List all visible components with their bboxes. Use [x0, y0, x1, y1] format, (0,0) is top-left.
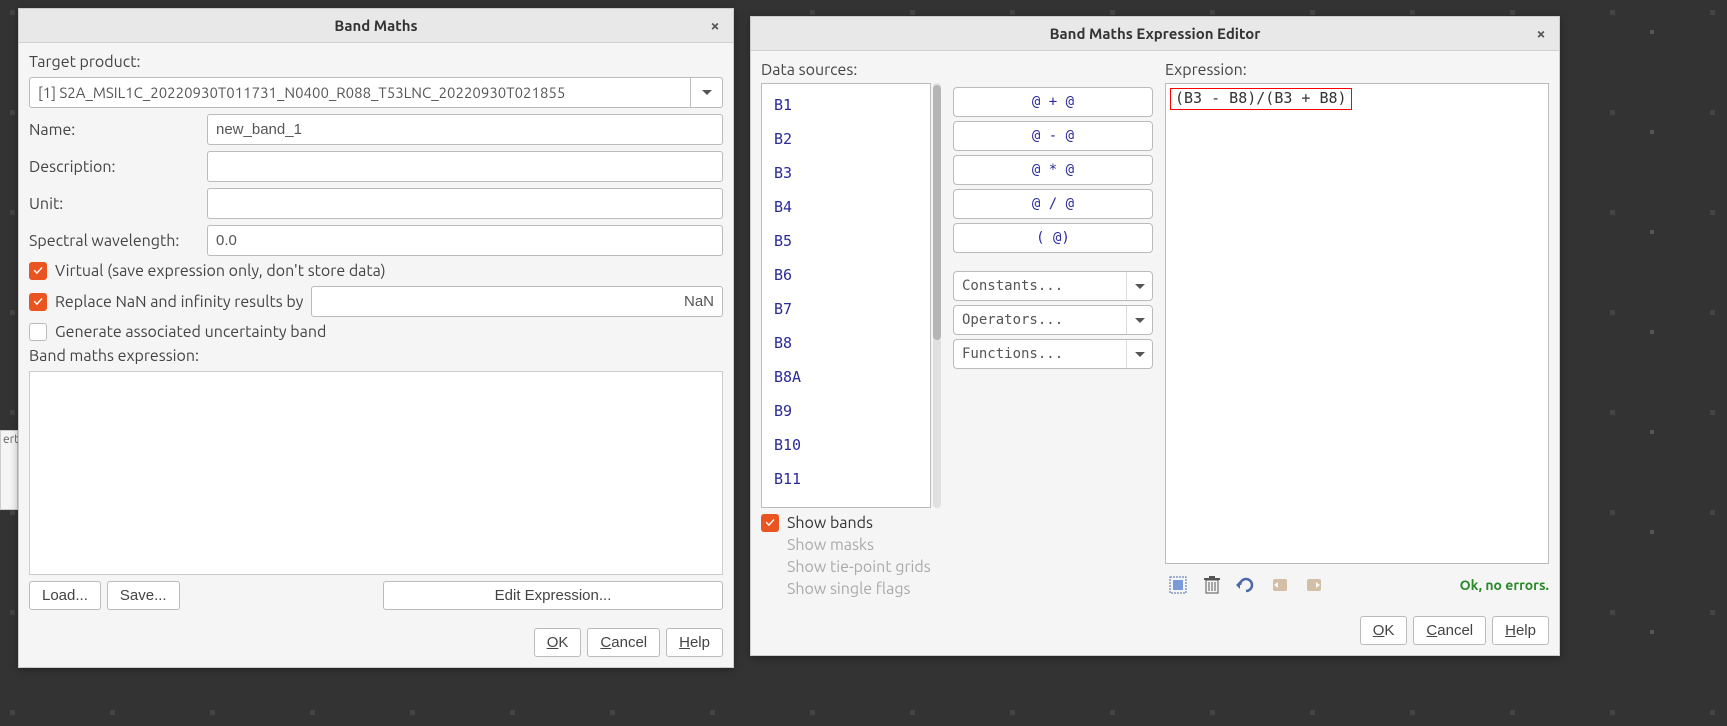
- show-bands-checkbox[interactable]: [761, 514, 779, 532]
- select-all-icon[interactable]: [1165, 572, 1191, 598]
- scrollbar[interactable]: [933, 83, 941, 508]
- show-bands-label: Show bands: [787, 514, 873, 532]
- source-item[interactable]: B5: [762, 224, 930, 258]
- source-item[interactable]: B8A: [762, 360, 930, 394]
- show-flags-label: Show single flags: [787, 580, 911, 598]
- titlebar[interactable]: Band Maths ×: [19, 9, 733, 43]
- close-icon[interactable]: ×: [703, 14, 727, 38]
- history-forward-icon[interactable]: [1301, 572, 1327, 598]
- ok-button[interactable]: OK: [534, 628, 582, 657]
- replace-nan-input[interactable]: [311, 286, 723, 317]
- name-label: Name:: [29, 121, 199, 139]
- operator-button[interactable]: @ - @: [953, 121, 1153, 151]
- background-stub: ert: [0, 430, 18, 510]
- cancel-button[interactable]: Cancel: [1413, 616, 1486, 645]
- help-button[interactable]: Help: [666, 628, 723, 657]
- chevron-down-icon[interactable]: [691, 77, 723, 108]
- chevron-down-icon[interactable]: [1126, 340, 1152, 368]
- name-input[interactable]: [207, 114, 723, 145]
- expression-text: (B3 - B8)/(B3 + B8): [1170, 88, 1352, 110]
- uncertainty-label: Generate associated uncertainty band: [55, 323, 326, 341]
- trash-icon[interactable]: [1199, 572, 1225, 598]
- uncertainty-checkbox[interactable]: [29, 323, 47, 341]
- expression-label: Band maths expression:: [29, 347, 723, 365]
- operator-button[interactable]: ( @): [953, 223, 1153, 253]
- source-item[interactable]: B1: [762, 88, 930, 122]
- source-item[interactable]: B6: [762, 258, 930, 292]
- virtual-label: Virtual (save expression only, don't sto…: [55, 262, 386, 280]
- source-item[interactable]: B9: [762, 394, 930, 428]
- close-icon[interactable]: ×: [1529, 22, 1553, 46]
- expression-editor-dialog: Band Maths Expression Editor × Data sour…: [750, 16, 1560, 656]
- expression-label: Expression:: [1165, 61, 1549, 79]
- status-text: Ok, no errors.: [1460, 577, 1549, 593]
- virtual-checkbox[interactable]: [29, 262, 47, 280]
- constants-combo[interactable]: Constants...: [953, 271, 1153, 301]
- help-button[interactable]: Help: [1492, 616, 1549, 645]
- replace-nan-label: Replace NaN and infinity results by: [55, 293, 303, 311]
- save-button[interactable]: Save...: [107, 581, 180, 610]
- description-input[interactable]: [207, 151, 723, 182]
- source-item[interactable]: B8: [762, 326, 930, 360]
- target-product-label: Target product:: [29, 53, 723, 71]
- edit-expression-button[interactable]: Edit Expression...: [383, 581, 723, 610]
- replace-nan-checkbox[interactable]: [29, 293, 47, 311]
- data-sources-list[interactable]: B1B2B3B4B5B6B7B8B8AB9B10B11: [761, 83, 931, 508]
- functions-combo[interactable]: Functions...: [953, 339, 1153, 369]
- operator-button[interactable]: @ + @: [953, 87, 1153, 117]
- history-back-icon[interactable]: [1267, 572, 1293, 598]
- operator-button[interactable]: @ * @: [953, 155, 1153, 185]
- wavelength-input[interactable]: [207, 225, 723, 256]
- show-masks-label: Show masks: [787, 536, 874, 554]
- titlebar[interactable]: Band Maths Expression Editor ×: [751, 17, 1559, 51]
- ok-button[interactable]: OK: [1360, 616, 1408, 645]
- operator-button[interactable]: @ / @: [953, 189, 1153, 219]
- expression-area[interactable]: [29, 371, 723, 575]
- wavelength-label: Spectral wavelength:: [29, 232, 199, 250]
- title-text: Band Maths Expression Editor: [1050, 25, 1261, 42]
- title-text: Band Maths: [334, 17, 417, 34]
- source-item[interactable]: B4: [762, 190, 930, 224]
- data-sources-label: Data sources:: [761, 61, 941, 79]
- unit-label: Unit:: [29, 195, 199, 213]
- unit-input[interactable]: [207, 188, 723, 219]
- source-item[interactable]: B7: [762, 292, 930, 326]
- source-item[interactable]: B10: [762, 428, 930, 462]
- source-item[interactable]: B11: [762, 462, 930, 496]
- description-label: Description:: [29, 158, 199, 176]
- undo-icon[interactable]: [1233, 572, 1259, 598]
- load-button[interactable]: Load...: [29, 581, 101, 610]
- expression-textarea[interactable]: (B3 - B8)/(B3 + B8): [1165, 83, 1549, 564]
- cancel-button[interactable]: Cancel: [587, 628, 660, 657]
- source-item[interactable]: B3: [762, 156, 930, 190]
- target-product-combo[interactable]: [1] S2A_MSIL1C_20220930T011731_N0400_R08…: [29, 77, 723, 108]
- band-maths-dialog: Band Maths × Target product: [1] S2A_MSI…: [18, 8, 734, 668]
- source-item[interactable]: B2: [762, 122, 930, 156]
- chevron-down-icon[interactable]: [1126, 306, 1152, 334]
- target-product-value[interactable]: [1] S2A_MSIL1C_20220930T011731_N0400_R08…: [29, 77, 691, 108]
- show-tiepoints-label: Show tie-point grids: [787, 558, 931, 576]
- operators-combo[interactable]: Operators...: [953, 305, 1153, 335]
- chevron-down-icon[interactable]: [1126, 272, 1152, 300]
